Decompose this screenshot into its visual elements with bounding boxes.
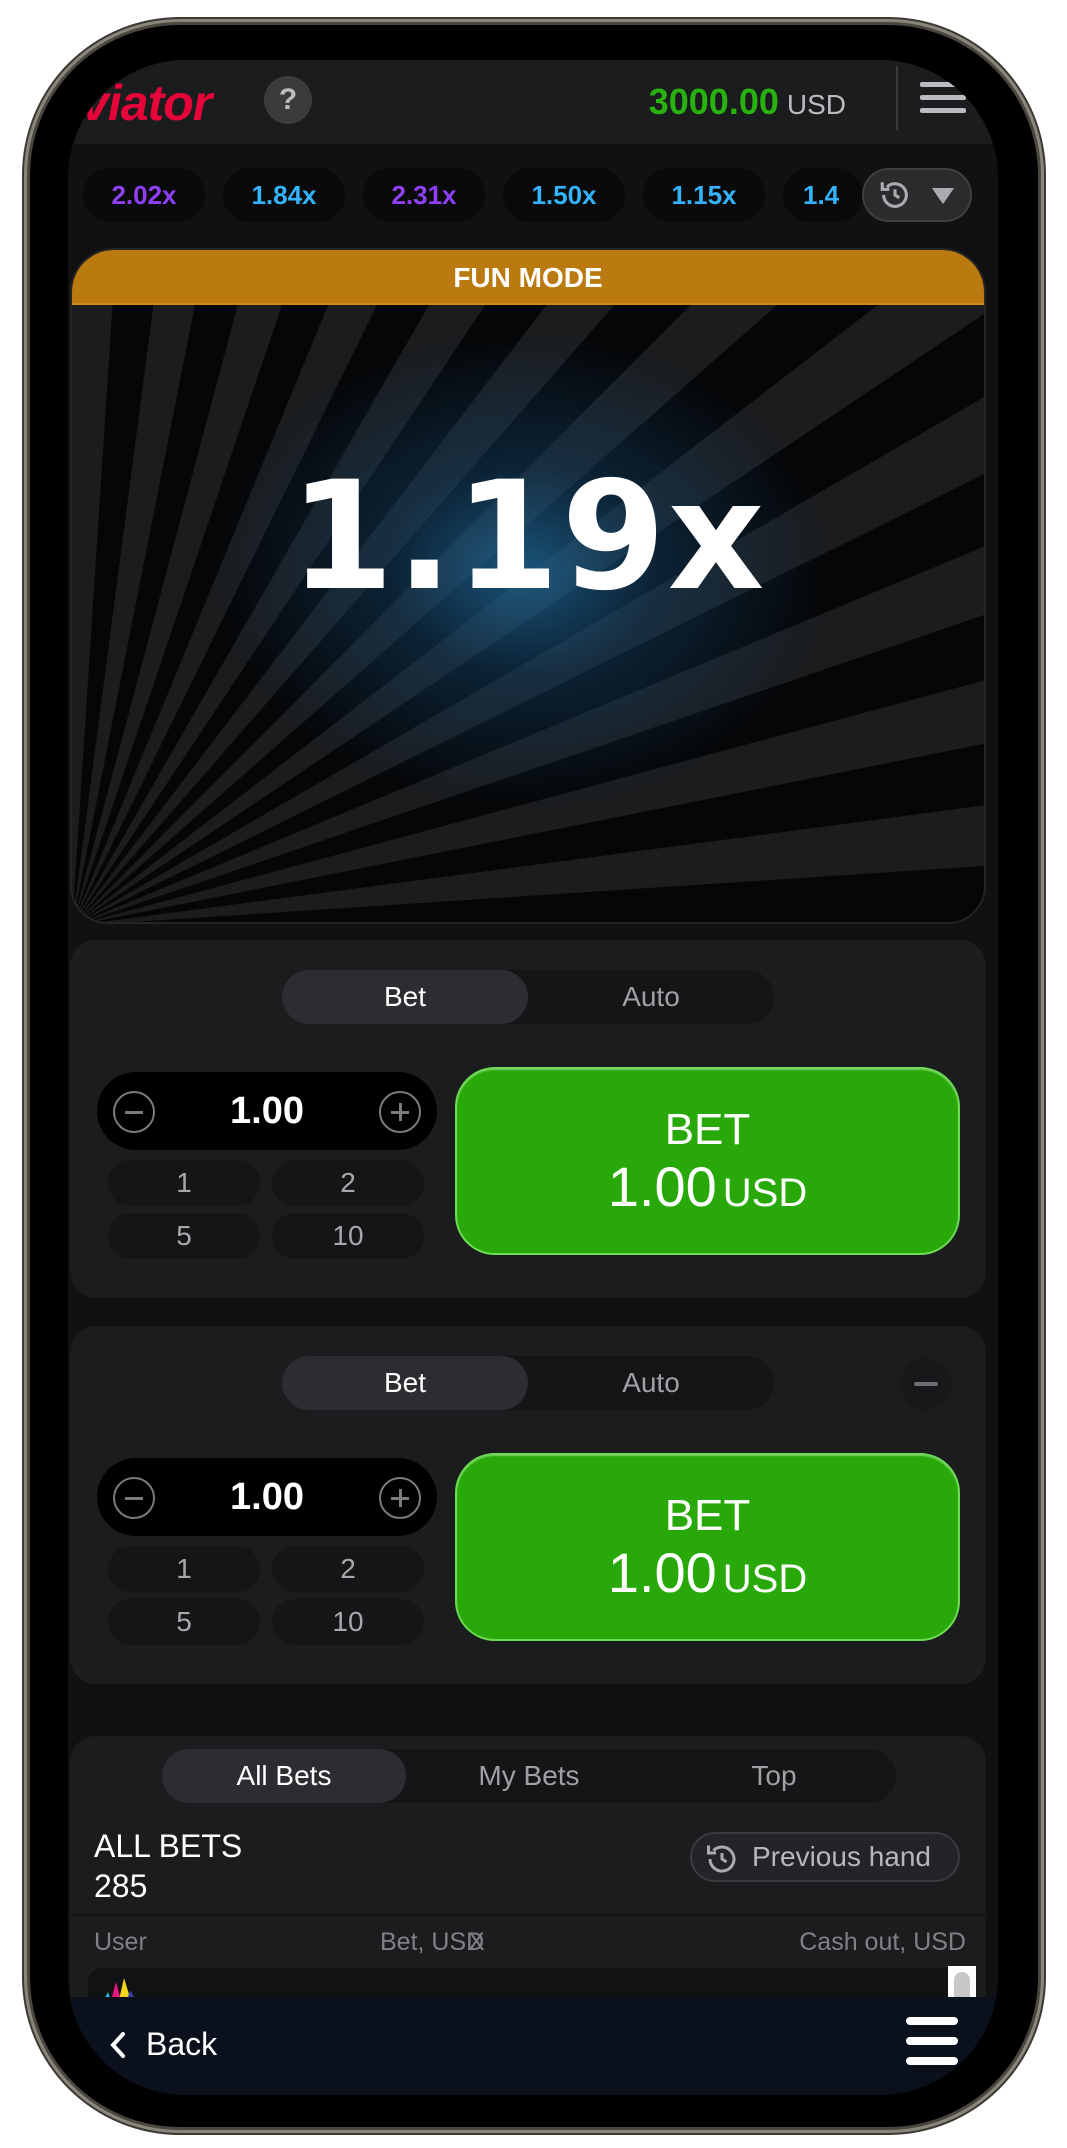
- history-icon: [707, 1845, 736, 1873]
- quick-amount-button[interactable]: 2: [272, 1546, 424, 1592]
- multiplier-value: 1.50x: [531, 180, 597, 210]
- bets-panel: All Bets My Bets Top ALL BETS 285 Previo…: [70, 1736, 986, 2036]
- column-header-cashout: Cash out, USD: [799, 1928, 966, 1956]
- bet-button-currency: USD: [722, 1557, 808, 1601]
- aviator-logo: Aviator: [68, 75, 212, 131]
- fun-mode-banner: FUN MODE: [72, 250, 984, 305]
- multiplier-value: 1.15x: [671, 180, 737, 210]
- place-bet-button[interactable]: BET 1.00 USD: [455, 1453, 960, 1641]
- multiplier-chip: 2.31x: [363, 168, 485, 222]
- quick-amount-button[interactable]: 2: [272, 1160, 424, 1206]
- remove-panel-button[interactable]: [900, 1358, 952, 1410]
- all-bets-count: 285: [94, 1868, 148, 1904]
- bet-button-amount: 1.00: [607, 1541, 717, 1604]
- increase-amount-icon[interactable]: [379, 1091, 421, 1133]
- multiplier-history-strip: 2.02x 1.84x 2.31x 1.50x 1.15x 1.4: [68, 144, 998, 242]
- header-divider: [896, 66, 898, 130]
- bet-amount-input[interactable]: 1.00: [167, 1458, 367, 1536]
- bet-button-amount: 1.00: [607, 1155, 717, 1218]
- bet-panel-2: Bet Auto 1.00 1 2 5 10 BET 1.00 USD: [70, 1326, 986, 1684]
- history-icon: [880, 182, 908, 208]
- back-button[interactable]: Back: [108, 2019, 217, 2069]
- bets-tabs: All Bets My Bets Top: [162, 1749, 896, 1803]
- column-header-multiplier: X: [468, 1928, 485, 1956]
- multiplier-chip: 1.15x: [643, 168, 765, 222]
- quick-amount-button[interactable]: 10: [272, 1213, 424, 1259]
- multiplier-value: 1.4: [803, 180, 840, 210]
- tab-top[interactable]: Top: [652, 1749, 896, 1803]
- tab-my-bets[interactable]: My Bets: [407, 1749, 651, 1803]
- multiplier-chip: 1.4: [783, 168, 863, 222]
- round-history-button[interactable]: [862, 168, 972, 222]
- multiplier-value: 2.02x: [111, 180, 177, 210]
- minus-icon: [914, 1382, 938, 1386]
- help-button[interactable]: ?: [264, 76, 312, 124]
- place-bet-button[interactable]: BET 1.00 USD: [455, 1067, 960, 1255]
- tab-bet[interactable]: Bet: [282, 970, 528, 1024]
- current-multiplier: 1.19x: [289, 450, 767, 624]
- multiplier-chip: 1.50x: [503, 168, 625, 222]
- bet-panel-1: Bet Auto 1.00 1 2 5 10 BET 1.00 USD: [70, 940, 986, 1298]
- decrease-amount-icon[interactable]: [113, 1091, 155, 1133]
- balance-currency: USD: [786, 89, 846, 120]
- all-bets-title: ALL BETS: [94, 1828, 243, 1864]
- multiplier-chip: 2.02x: [83, 168, 205, 222]
- app-header: Aviator ? 3000.00USD: [68, 60, 998, 144]
- bet-mode-toggle: Bet Auto: [282, 970, 774, 1024]
- hamburger-menu-icon[interactable]: [906, 2017, 958, 2067]
- quick-amount-button[interactable]: 1: [108, 1546, 260, 1592]
- bottom-navigation: Back: [68, 1997, 998, 2095]
- dropdown-arrow-icon: [932, 188, 954, 204]
- quick-amount-button[interactable]: 10: [272, 1599, 424, 1645]
- tab-auto[interactable]: Auto: [528, 1356, 774, 1410]
- list-divider: [70, 1914, 986, 1916]
- tab-all-bets[interactable]: All Bets: [162, 1749, 406, 1803]
- previous-hand-label: Previous hand: [752, 1841, 932, 1872]
- hamburger-menu-icon[interactable]: [920, 82, 966, 116]
- multiplier-value: 2.31x: [391, 180, 457, 210]
- game-canvas: FUN MODE 1.19x: [70, 248, 986, 924]
- tab-bet[interactable]: Bet: [282, 1356, 528, 1410]
- tab-auto[interactable]: Auto: [528, 970, 774, 1024]
- bet-button-currency: USD: [722, 1171, 808, 1215]
- quick-amount-button[interactable]: 5: [108, 1213, 260, 1259]
- bet-amount-input[interactable]: 1.00: [167, 1072, 367, 1150]
- bet-amount-stepper: 1.00: [97, 1072, 437, 1150]
- back-label: Back: [146, 2026, 218, 2062]
- balance-display: 3000.00 USD: [649, 82, 846, 125]
- quick-amount-button[interactable]: 5: [108, 1599, 260, 1645]
- decrease-amount-icon[interactable]: [113, 1477, 155, 1519]
- balance-amount: 3000.00: [648, 81, 779, 122]
- quick-amount-button[interactable]: 1: [108, 1160, 260, 1206]
- bet-mode-toggle: Bet Auto: [282, 1356, 774, 1410]
- bet-button-label: BET: [664, 1105, 751, 1154]
- bet-button-label: BET: [664, 1491, 751, 1540]
- bet-amount-stepper: 1.00: [97, 1458, 437, 1536]
- phone-screen: Aviator ? 3000.00USD 2.02x 1.84x 2.31x 1…: [68, 60, 998, 2095]
- increase-amount-icon[interactable]: [379, 1477, 421, 1519]
- multiplier-chip: 1.84x: [223, 168, 345, 222]
- multiplier-value: 1.84x: [251, 180, 317, 210]
- previous-hand-button[interactable]: Previous hand: [690, 1832, 960, 1882]
- chevron-left-icon: [110, 2032, 125, 2058]
- column-header-user: User: [94, 1928, 147, 1956]
